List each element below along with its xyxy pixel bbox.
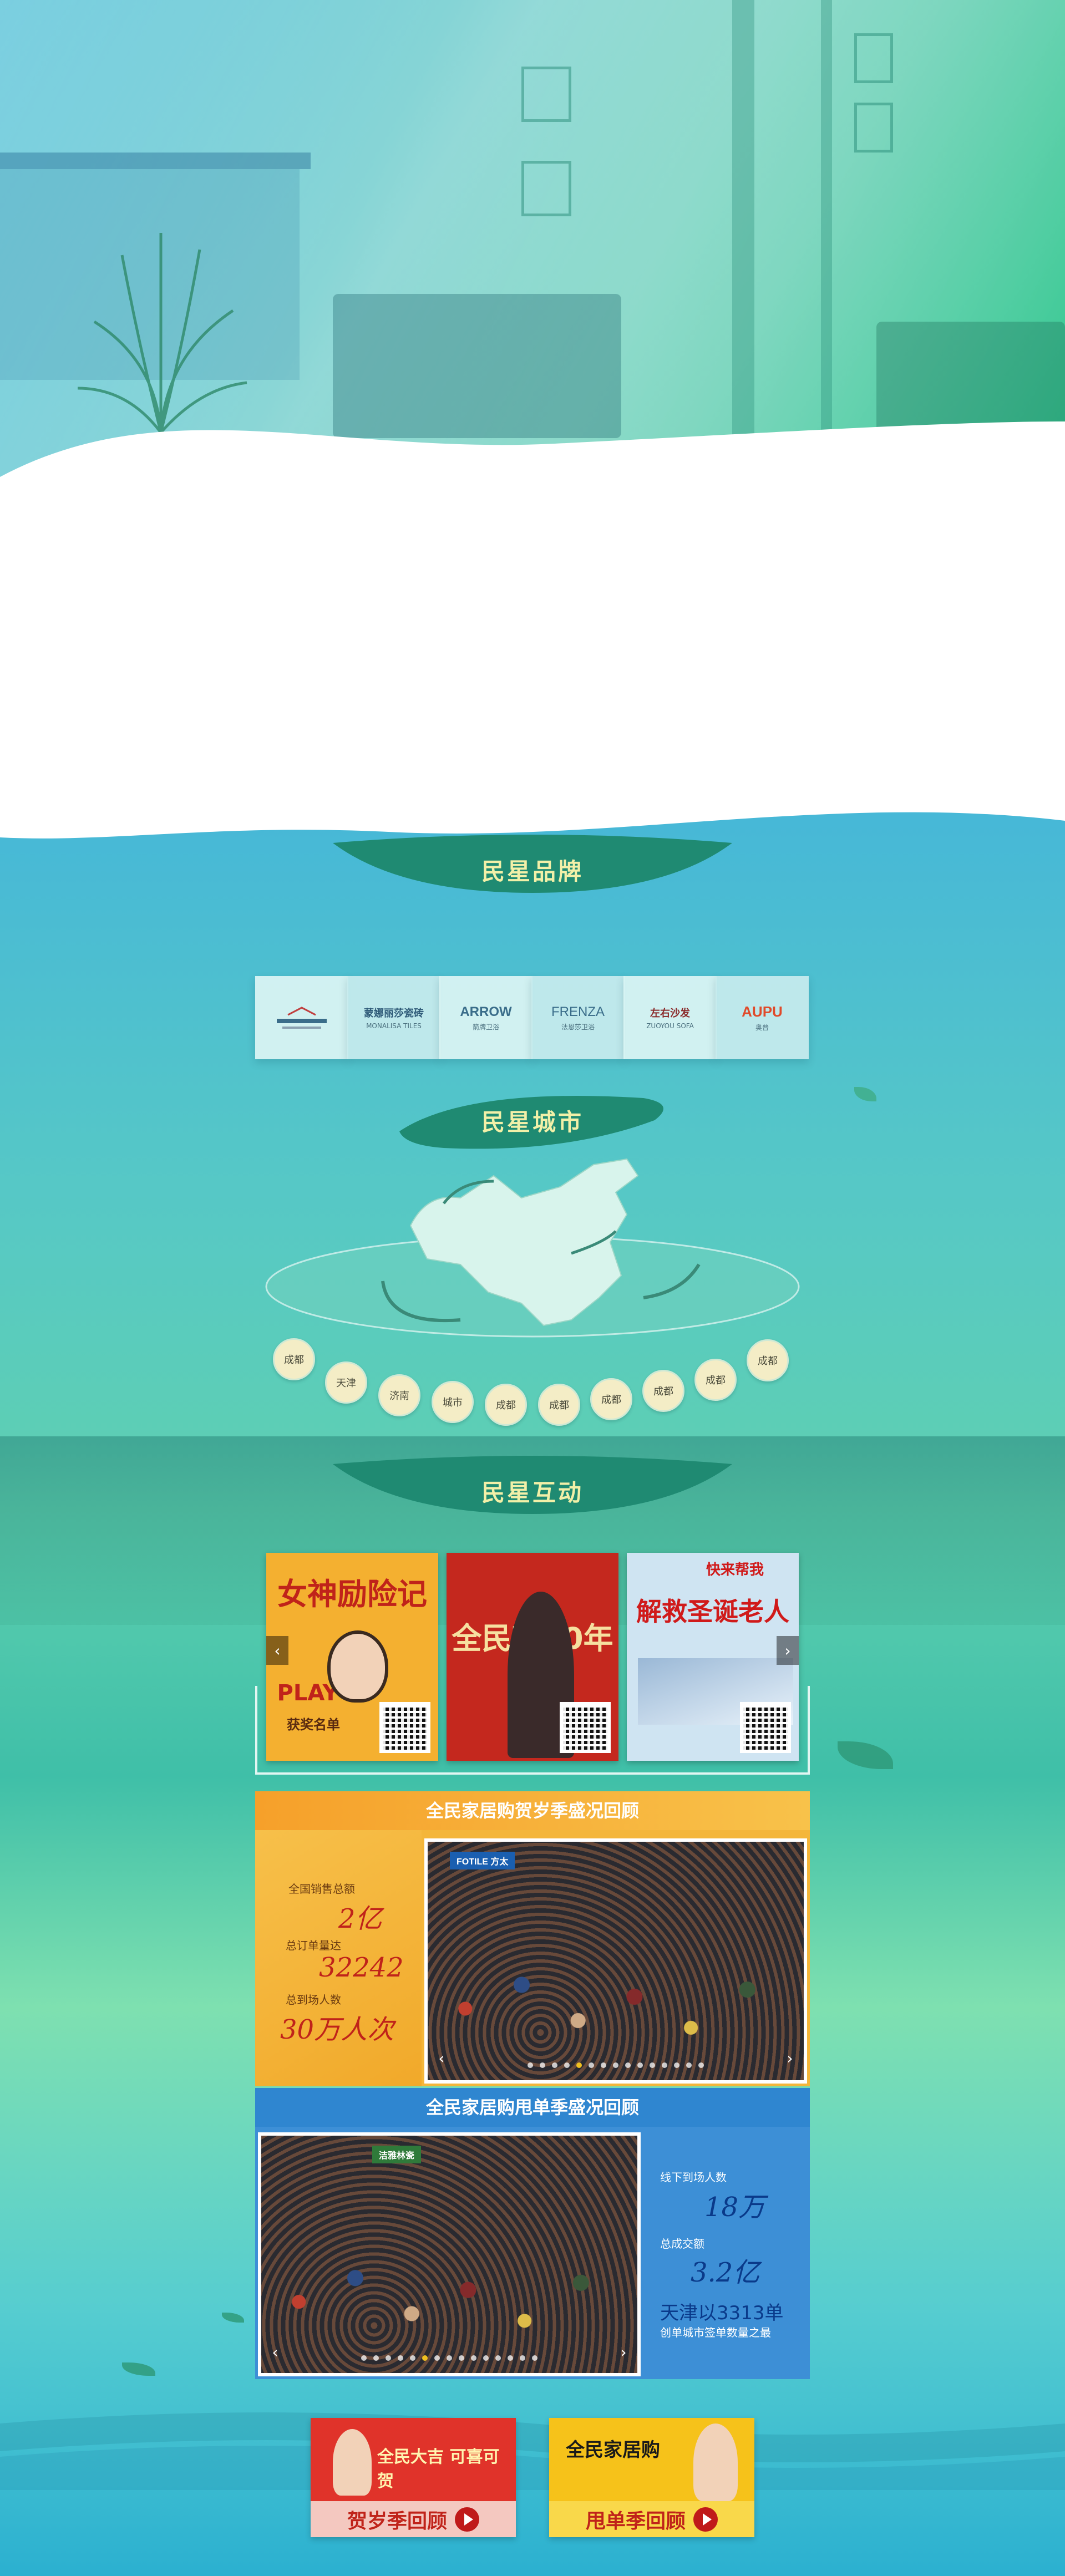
city-node[interactable]: 成都 — [694, 1359, 737, 1401]
promo-banner-text: 全民大吉 可喜可贺 — [377, 2447, 500, 2491]
brand-strip: 蒙娜丽莎瓷砖 MONALISA TILES ARROW 箭牌卫浴 FRENZA … — [255, 976, 810, 1059]
city-node[interactable]: 成都 — [642, 1370, 684, 1412]
promo-card-shuaidan[interactable]: 全民家居购 甩单季回顾 — [549, 2418, 754, 2537]
promo-label: 贺岁季回顾 — [347, 2509, 447, 2533]
recap-panel-orange: 全民家居购贺岁季盛况回顾 全国销售总额 2亿 总订单量达 32242 总到场人数… — [255, 1791, 810, 2086]
poster-person — [327, 1630, 388, 1703]
hero-banner — [0, 0, 1065, 488]
poster-card[interactable]: 女神励险记 PLAY 获奖名单 — [266, 1553, 438, 1761]
city-label: 成都 — [549, 1400, 569, 1411]
city-node[interactable]: 成都 — [538, 1384, 580, 1426]
city-label: 成都 — [601, 1394, 621, 1406]
stat-highlight-sub: 创单城市签单数量之最 — [660, 2326, 771, 2339]
poster-carousel: 女神励险记 PLAY 获奖名单 全民新30年 快来帮我 解救圣诞老人 ‹ › — [266, 1553, 799, 1764]
stat-label: 总到场人数 — [286, 1993, 341, 2006]
stat-label: 线下到场人数 — [660, 2171, 727, 2184]
promo-image: 全民家居购 — [549, 2418, 754, 2501]
city-node[interactable]: 成都 — [590, 1378, 632, 1420]
stat-highlight: 天津以3313单 — [660, 2302, 784, 2324]
city-title-text: 民星城市 — [481, 1109, 584, 1136]
brand-name: FRENZA — [551, 1004, 605, 1019]
bottom-wave — [0, 2412, 1065, 2490]
brand-sub: 箭牌卫浴 — [472, 1023, 499, 1031]
brand-name: 左右沙发 — [650, 1008, 690, 1019]
stat-label: 总订单量达 — [286, 1939, 341, 1952]
city-label: 成都 — [653, 1386, 673, 1398]
brand-logo-icon — [277, 1007, 327, 1029]
stat-value: 3.2亿 — [691, 2257, 760, 2288]
city-node[interactable]: 成都 — [747, 1339, 789, 1381]
brand-card[interactable] — [255, 976, 348, 1059]
brand-card[interactable]: 蒙娜丽莎瓷砖 MONALISA TILES — [347, 976, 440, 1059]
recap-orange-title: 全民家居购贺岁季盛况回顾 — [255, 1791, 810, 1830]
qr-code-icon — [740, 1702, 791, 1753]
play-icon — [455, 2507, 479, 2532]
recap-photo-carousel[interactable]: FOTILE 方太 ‹ › — [424, 1838, 807, 2084]
stat-value: 32242 — [319, 1952, 404, 1983]
city-node[interactable]: 成都 — [273, 1338, 315, 1380]
stat-value: 2亿 — [338, 1903, 382, 1934]
brand-sub: 法恩莎卫浴 — [561, 1023, 595, 1031]
photo-sign: 洁雅林瓷 — [372, 2146, 422, 2163]
brand-name: 蒙娜丽莎瓷砖 — [364, 1008, 424, 1019]
brand-sub: MONALISA TILES — [366, 1022, 422, 1030]
city-node[interactable]: 城市 — [432, 1381, 474, 1423]
brand-card[interactable]: ARROW 箭牌卫浴 — [439, 976, 532, 1059]
promo-bar[interactable]: 贺岁季回顾 — [311, 2501, 516, 2537]
carousel-next-button[interactable]: › — [777, 1636, 799, 1665]
city-label: 成都 — [496, 1400, 516, 1411]
promo-bar[interactable]: 甩单季回顾 — [549, 2501, 754, 2537]
promo-card-hesui[interactable]: 全民大吉 可喜可贺 贺岁季回顾 — [311, 2418, 516, 2537]
promo-banner-text: 全民家居购 — [566, 2439, 660, 2461]
city-label: 天津 — [336, 1378, 356, 1389]
poster-card[interactable]: 快来帮我 解救圣诞老人 — [627, 1553, 799, 1761]
interaction-title-text: 民星互动 — [481, 1479, 584, 1506]
city-label: 城市 — [443, 1397, 463, 1409]
interaction-section-title: 民星互动 — [333, 1453, 732, 1520]
carousel-dots[interactable] — [428, 2062, 804, 2068]
poster-title: 女神励险记 — [277, 1577, 427, 1612]
brand-card[interactable]: AUPU 奥普 — [716, 976, 809, 1059]
blank-banner-area — [0, 488, 1065, 832]
brand-card[interactable]: 左右沙发 ZUOYOU SOFA — [623, 976, 717, 1059]
city-label: 成都 — [758, 1355, 778, 1367]
city-node[interactable]: 成都 — [485, 1384, 527, 1426]
city-label: 济南 — [389, 1390, 409, 1402]
carousel-prev-button[interactable]: ‹ — [266, 1636, 288, 1665]
brand-sub: 奥普 — [755, 1024, 769, 1032]
stat-value: 30万人次 — [280, 2014, 394, 2045]
hero-wave — [0, 421, 1065, 488]
city-label: 成都 — [284, 1354, 304, 1366]
brand-sub: ZUOYOU SOFA — [646, 1022, 694, 1030]
recap-panel-blue: 全民家居购甩单季盛况回顾 洁雅林瓷 ‹ › 线下到场人数 18万 总成交额 3.… — [255, 2088, 810, 2379]
brand-name: ARROW — [460, 1004, 512, 1019]
stat-label: 全国销售总额 — [288, 1882, 355, 1896]
brand-card[interactable]: FRENZA 法恩莎卫浴 — [531, 976, 625, 1059]
promo-label: 甩单季回顾 — [585, 2509, 686, 2533]
promo-image: 全民大吉 可喜可贺 — [311, 2418, 516, 2501]
brands-title-text: 民星品牌 — [481, 858, 584, 885]
stat-label: 总成交额 — [660, 2237, 704, 2250]
stat-value: 18万 — [704, 2192, 765, 2223]
poster-sub: 快来帮我 — [706, 1562, 764, 1578]
city-node[interactable]: 济南 — [378, 1374, 420, 1416]
city-section-title: 民星城市 — [333, 1087, 732, 1154]
poster-title: 解救圣诞老人 — [636, 1597, 789, 1627]
recap-photo-carousel[interactable]: 洁雅林瓷 ‹ › — [258, 2132, 641, 2376]
city-node[interactable]: 天津 — [325, 1361, 367, 1404]
qr-code-icon — [560, 1702, 611, 1753]
recap-blue-title: 全民家居购甩单季盛况回顾 — [255, 2088, 810, 2127]
qr-code-icon — [379, 1702, 430, 1753]
carousel-dots[interactable] — [261, 2355, 637, 2361]
brand-name: AUPU — [742, 1003, 783, 1020]
play-icon — [693, 2507, 718, 2532]
city-label: 成都 — [706, 1375, 726, 1386]
brands-section-title: 民星品牌 — [333, 832, 732, 898]
poster-card[interactable]: 全民新30年 — [447, 1553, 618, 1761]
photo-sign: FOTILE 方太 — [450, 1852, 515, 1869]
